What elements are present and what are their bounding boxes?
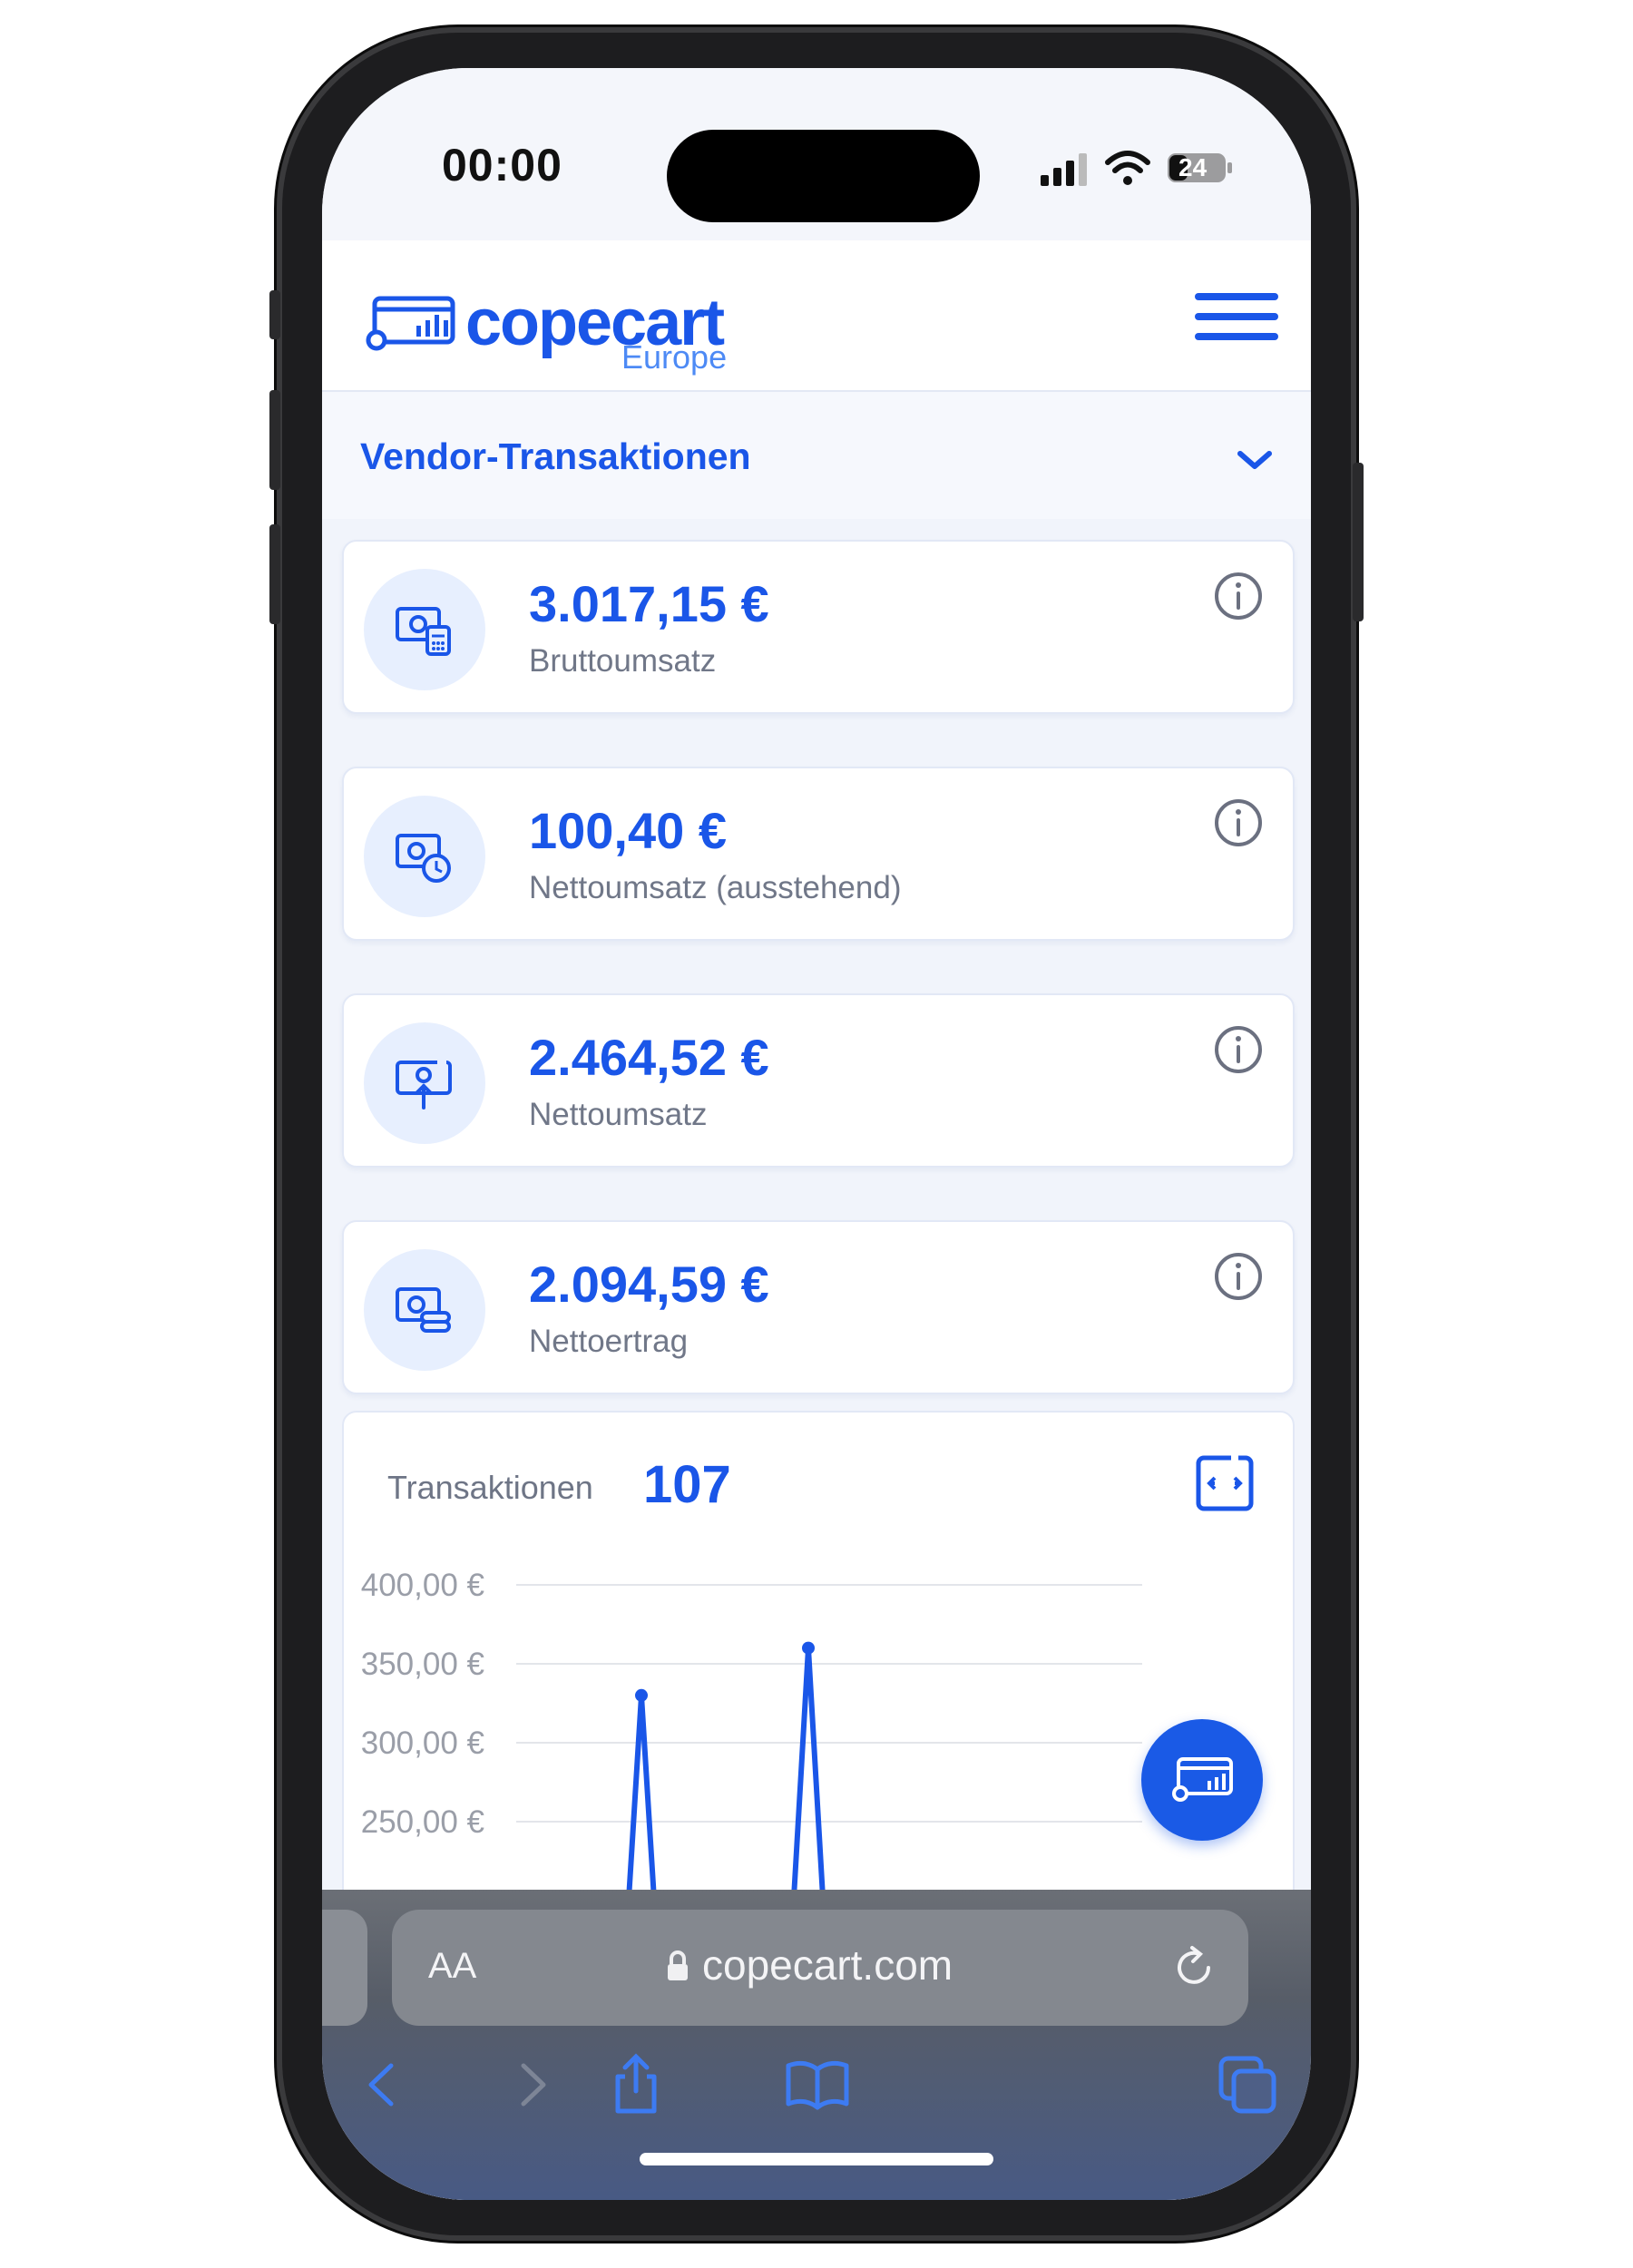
home-indicator (640, 2153, 993, 2165)
battery-level: 24 (1178, 153, 1208, 181)
chart-point[interactable] (635, 1688, 648, 1702)
info-icon[interactable] (1213, 1251, 1264, 1302)
cash-calculator-icon (364, 569, 485, 690)
stat-card-net-revenue-pending: 100,40 € Nettoumsatz (ausstehend) (342, 767, 1295, 941)
logo-subtitle: Europe (621, 338, 728, 376)
url-text: copecart.com (702, 1941, 953, 1989)
section-title: Vendor-Transaktionen (360, 435, 751, 477)
volume-up-button (269, 390, 280, 490)
chart-y-tick-label: 300,00 € (361, 1725, 484, 1761)
transactions-count: 107 (643, 1455, 731, 1514)
phone-screen: 00:00 24 copecart Europe Vendor-Transakt… (322, 68, 1311, 2200)
battery-icon: 24 (1166, 150, 1235, 186)
cellular-signal-icon (1041, 153, 1087, 186)
chart-point[interactable] (802, 1641, 815, 1655)
lock-icon (668, 1950, 688, 1980)
chart-y-tick-label: 350,00 € (361, 1647, 484, 1682)
back-arrow-icon[interactable] (349, 2053, 415, 2116)
section-selector[interactable]: Vendor-Transaktionen (322, 392, 1311, 519)
action-button (269, 290, 280, 339)
bookmarks-icon[interactable] (785, 2053, 850, 2116)
copecart-logo[interactable]: copecart Europe (366, 286, 747, 386)
status-time: 00:00 (442, 140, 562, 191)
dynamic-island (667, 130, 980, 222)
app-header: copecart Europe (322, 240, 1311, 392)
logo-card-icon (366, 296, 455, 351)
card-stats-icon (1172, 1757, 1233, 1802)
volume-down-button (269, 524, 280, 624)
power-button (1353, 463, 1364, 621)
cash-coins-icon (364, 1249, 485, 1371)
stat-label: Bruttoumsatz (529, 643, 717, 679)
expand-horizontal-icon[interactable] (1195, 1454, 1255, 1512)
stat-label: Nettoumsatz (529, 1097, 708, 1132)
address-bar[interactable]: AA copecart.com (392, 1910, 1248, 2026)
text-size-button[interactable]: AA (428, 1946, 476, 1987)
chart-y-tick-label: 400,00 € (361, 1568, 484, 1603)
transactions-label: Transaktionen (387, 1469, 593, 1506)
stat-card-net-income: 2.094,59 € Nettoertrag (342, 1220, 1295, 1394)
stat-amount: 3.017,15 € (529, 575, 769, 632)
stat-card-net-revenue: 2.464,52 € Nettoumsatz (342, 993, 1295, 1168)
cash-upload-icon (364, 1022, 485, 1144)
floating-action-button[interactable] (1141, 1719, 1263, 1841)
chevron-down-icon (1237, 451, 1272, 469)
stat-amount: 2.464,52 € (529, 1029, 769, 1086)
status-bar: 00:00 24 (322, 68, 1311, 240)
stat-amount: 2.094,59 € (529, 1256, 769, 1313)
hamburger-menu-icon[interactable] (1195, 293, 1278, 340)
stat-amount: 100,40 € (529, 802, 727, 859)
phone-frame: 00:00 24 copecart Europe Vendor-Transakt… (269, 27, 1364, 2241)
chart-series-line (625, 1645, 826, 1911)
stat-label: Nettoertrag (529, 1324, 689, 1359)
stat-label: Nettoumsatz (ausstehend) (529, 870, 902, 905)
reload-icon[interactable] (1172, 1942, 1217, 1991)
share-icon[interactable] (603, 2053, 669, 2116)
transactions-chart: 400,00 € 350,00 € 300,00 € 250,00 € (361, 1568, 1142, 1911)
cash-clock-icon (364, 796, 485, 917)
forward-arrow-icon[interactable] (500, 2053, 565, 2116)
tabs-icon[interactable] (1216, 2053, 1281, 2116)
info-icon[interactable] (1213, 571, 1264, 621)
chart-y-tick-label: 250,00 € (361, 1804, 484, 1840)
wifi-icon (1105, 151, 1150, 185)
info-icon[interactable] (1213, 797, 1264, 848)
previous-tab-peek[interactable] (322, 1910, 367, 2026)
stat-card-gross-revenue: 3.017,15 € Bruttoumsatz (342, 540, 1295, 714)
info-icon[interactable] (1213, 1024, 1264, 1075)
